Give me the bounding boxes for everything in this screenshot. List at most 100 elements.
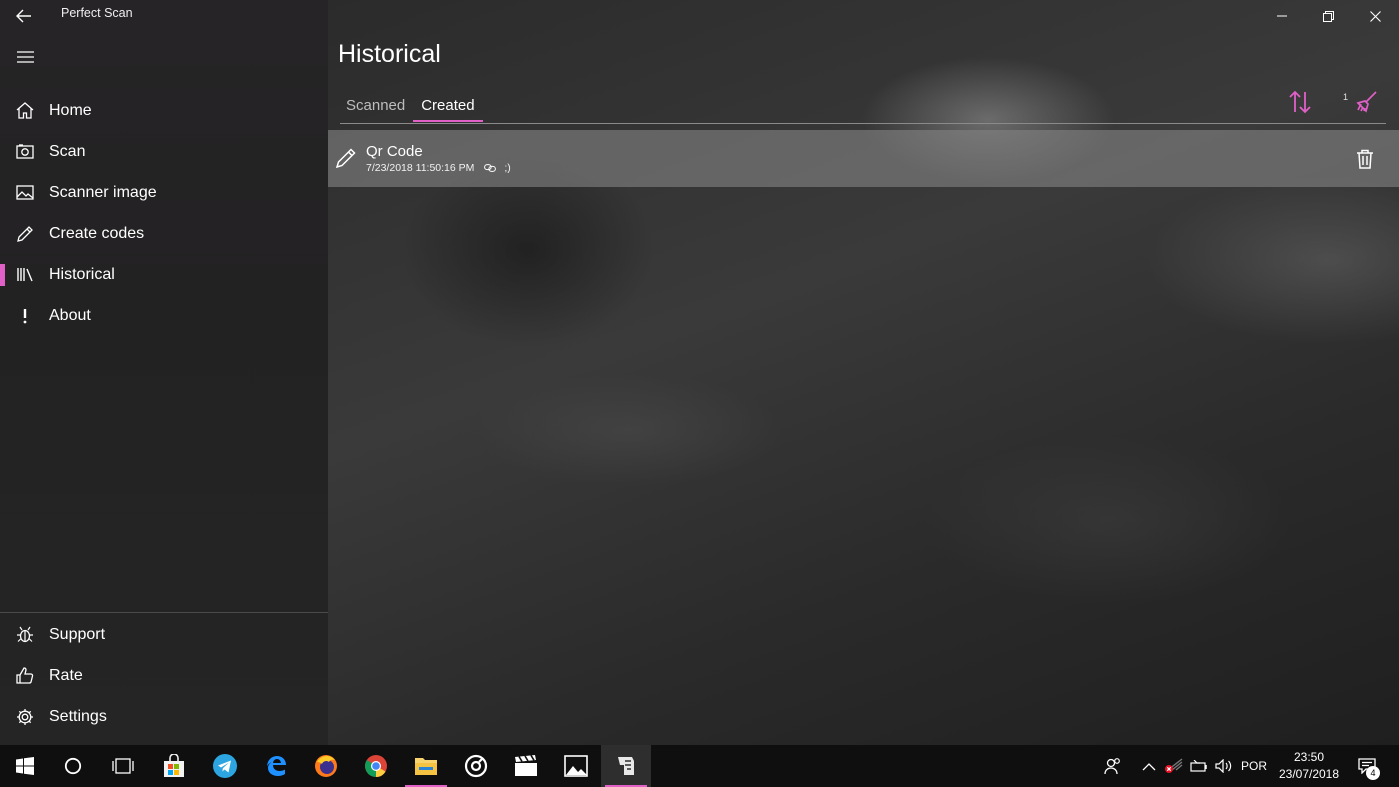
cortana-button[interactable] xyxy=(48,745,98,787)
cortana-circle-icon xyxy=(64,757,82,775)
store-icon xyxy=(164,754,184,777)
nav-footer-menu: Support Rate Settings xyxy=(0,614,328,737)
task-view-icon xyxy=(112,758,134,774)
taskbar-app-firefox[interactable] xyxy=(301,745,351,787)
taskbar: POR 23:50 23/07/2018 xyxy=(0,745,1399,787)
page-title: Historical xyxy=(338,40,441,68)
taskbar-app-groove[interactable] xyxy=(451,745,501,787)
minimize-icon xyxy=(1276,15,1287,17)
close-button[interactable] xyxy=(1352,0,1399,32)
clock-button[interactable]: 23:50 23/07/2018 xyxy=(1270,749,1348,783)
pencil-icon xyxy=(0,213,49,254)
hamburger-menu-button[interactable] xyxy=(10,44,40,70)
action-center-button[interactable] xyxy=(1352,745,1382,787)
people-icon xyxy=(1104,758,1120,775)
nav-item-rate[interactable]: Rate xyxy=(0,655,328,696)
list-item[interactable]: Qr Code 7/23/2018 11:50:16 PM ;) xyxy=(328,130,1399,187)
tab-created[interactable]: Created xyxy=(413,93,483,122)
taskbar-app-perfect-scan[interactable] xyxy=(601,745,651,787)
network-status-button[interactable] xyxy=(1162,745,1186,787)
pencil-icon xyxy=(334,146,358,170)
clapperboard-icon xyxy=(515,755,537,776)
restore-icon xyxy=(1323,10,1334,22)
tabs-underline xyxy=(340,123,1386,124)
start-button[interactable] xyxy=(0,745,50,787)
taskbar-app-store[interactable] xyxy=(149,745,199,787)
main-content: Historical Scanned Created 1 Qr Code 7/2… xyxy=(328,0,1399,745)
nav-item-scanner-image[interactable]: Scanner image xyxy=(0,172,328,213)
sidebar-divider xyxy=(0,612,328,613)
item-title: Qr Code xyxy=(366,143,423,160)
link-icon xyxy=(484,164,497,172)
thumbs-up-icon xyxy=(0,655,49,696)
taskbar-app-photos[interactable] xyxy=(551,745,601,787)
taskbar-app-telegram[interactable] xyxy=(200,745,250,787)
nav-item-scan[interactable]: Scan xyxy=(0,131,328,172)
exclamation-icon xyxy=(0,295,49,336)
taskbar-app-movies[interactable] xyxy=(501,745,551,787)
windows-logo-icon xyxy=(16,757,34,775)
delete-button[interactable] xyxy=(1354,147,1376,171)
pivot-tabs: Scanned Created xyxy=(338,93,483,122)
network-disconnected-icon xyxy=(1165,758,1183,773)
restore-button[interactable] xyxy=(1305,0,1352,32)
taskbar-app-edge[interactable] xyxy=(251,745,301,787)
battery-button[interactable] xyxy=(1186,745,1212,787)
clear-history-button[interactable]: 1 xyxy=(1340,88,1380,116)
close-icon xyxy=(1370,10,1381,22)
nav-item-label: Scanner image xyxy=(49,183,157,201)
photos-icon xyxy=(564,755,588,777)
library-icon xyxy=(0,254,49,295)
gear-icon xyxy=(0,696,49,737)
battery-charging-icon xyxy=(1190,760,1207,772)
nav-item-historical[interactable]: Historical xyxy=(0,254,328,295)
input-language-button[interactable]: POR xyxy=(1238,745,1270,787)
volume-button[interactable] xyxy=(1212,745,1236,787)
groove-music-icon xyxy=(464,754,488,778)
taskbar-app-file-explorer[interactable] xyxy=(401,745,451,787)
volume-icon xyxy=(1215,759,1232,773)
nav-item-create-codes[interactable]: Create codes xyxy=(0,213,328,254)
nav-item-label: Home xyxy=(49,101,92,119)
clock-time: 23:50 xyxy=(1293,750,1325,764)
minimize-button[interactable] xyxy=(1258,0,1305,32)
sort-icon xyxy=(1289,90,1311,114)
hamburger-icon xyxy=(16,51,34,63)
item-date: 7/23/2018 11:50:16 PM xyxy=(366,162,475,174)
show-hidden-icons-button[interactable] xyxy=(1136,745,1162,787)
selection-indicator xyxy=(0,264,5,286)
chevron-up-icon xyxy=(1142,762,1156,770)
nav-item-about[interactable]: About xyxy=(0,295,328,336)
telegram-icon xyxy=(213,754,237,778)
window-controls xyxy=(1258,0,1399,32)
nav-item-label: Support xyxy=(49,625,106,643)
back-arrow-icon xyxy=(16,9,31,23)
clear-count-badge: 1 xyxy=(1343,92,1349,102)
edge-icon xyxy=(267,756,286,776)
nav-item-label: Create codes xyxy=(49,224,145,242)
navigation-pane: Perfect Scan Home Scan Scanner image Cre… xyxy=(0,0,328,745)
tab-scanned[interactable]: Scanned xyxy=(338,93,413,120)
firefox-icon xyxy=(315,755,337,777)
task-view-button[interactable] xyxy=(98,745,148,787)
app-title: Perfect Scan xyxy=(61,6,133,20)
trash-icon xyxy=(1357,149,1373,169)
chrome-icon xyxy=(365,755,387,777)
nav-item-label: Rate xyxy=(49,666,83,684)
folder-icon xyxy=(415,758,437,775)
taskbar-app-chrome[interactable] xyxy=(351,745,401,787)
nav-item-home[interactable]: Home xyxy=(0,90,328,131)
notification-count-badge: 4 xyxy=(1366,766,1380,780)
perfect-scan-app-icon xyxy=(618,757,634,775)
broom-icon xyxy=(1356,91,1377,113)
back-button[interactable] xyxy=(10,4,38,28)
item-meta: 7/23/2018 11:50:16 PM ;) xyxy=(366,162,511,174)
bug-icon xyxy=(0,614,49,655)
nav-item-label: Settings xyxy=(49,707,107,725)
people-button[interactable] xyxy=(1098,745,1128,787)
history-list: Qr Code 7/23/2018 11:50:16 PM ;) xyxy=(328,130,1399,187)
nav-item-settings[interactable]: Settings xyxy=(0,696,328,737)
sort-button[interactable] xyxy=(1286,88,1314,116)
item-content: ;) xyxy=(504,162,511,174)
nav-item-support[interactable]: Support xyxy=(0,614,328,655)
